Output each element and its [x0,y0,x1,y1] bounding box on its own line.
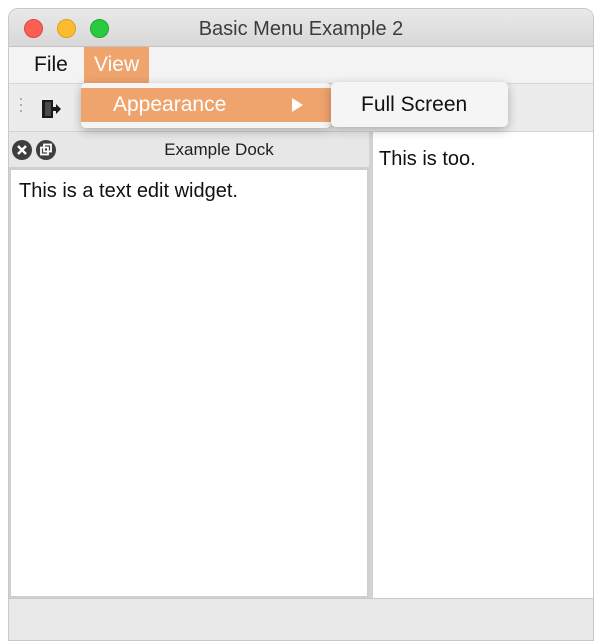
dock-text-edit[interactable]: This is a text edit widget. [9,168,369,598]
view-dropdown-menu: Appearance [81,83,331,128]
menu-bar: File View [9,47,593,84]
exit-icon[interactable] [39,98,61,120]
dock-close-icon[interactable] [12,140,32,160]
submenu-arrow-icon [292,98,303,112]
window-title: Basic Menu Example 2 [198,18,404,40]
dock-text-content: This is a text edit widget. [19,180,238,202]
menu-item-full-screen[interactable]: Full Screen [361,93,467,117]
central-text-edit[interactable]: This is too. [372,132,593,598]
dock-title-bar[interactable]: Example Dock [9,132,369,168]
menu-view[interactable]: View [84,47,150,84]
central-text-content: This is too. [379,148,476,170]
appearance-submenu: Full Screen [331,82,508,127]
dock-float-icon[interactable] [36,140,56,160]
toolbar-grip-handle[interactable] [19,96,23,116]
menu-item-appearance-label: Appearance [113,93,227,116]
menu-item-appearance[interactable]: Appearance [81,88,331,122]
menu-file[interactable]: File [24,47,78,84]
title-bar[interactable]: Basic Menu Example 2 [9,9,593,47]
dock-title: Example Dock [164,140,274,159]
status-bar [9,598,593,640]
